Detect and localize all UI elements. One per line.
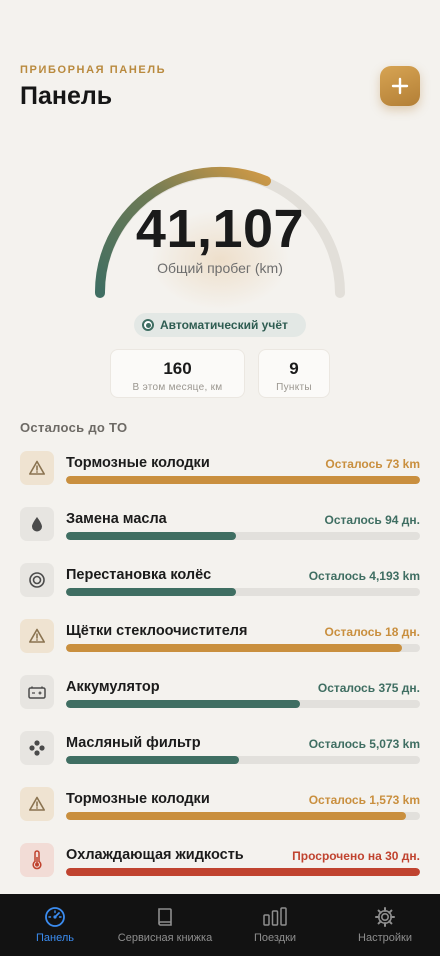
oil-drop-icon (29, 515, 45, 533)
item-name: Перестановка колёс (66, 567, 212, 583)
maintenance-item[interactable]: Тормозные колодки Осталось 1,573 km (20, 787, 420, 843)
odometer-gauge: 41,107 Общий пробег (km) (0, 150, 440, 320)
item-progress-bar (66, 588, 420, 596)
auto-tracking-badge[interactable]: Автоматический учёт (134, 313, 306, 337)
item-icon-box (20, 843, 54, 877)
item-icon-box (20, 787, 54, 821)
item-remaining: Осталось 94 дн. (324, 513, 420, 527)
gear-icon (374, 906, 396, 933)
tab-label: Поездки (253, 932, 297, 944)
warning-icon (28, 459, 46, 477)
item-progress-bar (66, 812, 420, 820)
item-remaining: Осталось 1,573 km (308, 793, 420, 807)
odometer-value: 41,107 (135, 199, 305, 259)
stat-items-value: 9 (289, 359, 299, 378)
add-button[interactable] (380, 66, 420, 106)
item-remaining: Осталось 5,073 km (308, 737, 420, 751)
item-progress-fill (66, 476, 420, 484)
item-progress-fill (66, 756, 240, 764)
item-name: Замена масла (66, 511, 167, 527)
stat-month: 160 В этом месяце, км (110, 349, 245, 398)
item-name: Аккумулятор (66, 679, 160, 695)
item-progress-fill (66, 812, 406, 820)
maintenance-item[interactable]: Масляный фильтр Осталось 5,073 km (20, 731, 420, 787)
item-remaining: Осталось 4,193 km (308, 569, 420, 583)
filter-icon (28, 739, 46, 757)
item-icon-box (20, 675, 54, 709)
thermometer-icon (30, 850, 44, 870)
tab-gauge[interactable]: Панель (0, 894, 110, 956)
tab-label: Сервисная книжка (117, 932, 213, 944)
item-icon-box (20, 731, 54, 765)
item-progress-fill (66, 588, 236, 596)
section-title: Осталось до ТО (20, 420, 128, 435)
book-icon (154, 906, 176, 933)
header: ПРИБОРНАЯ ПАНЕЛЬ Панель (20, 64, 420, 111)
item-progress-fill (66, 868, 420, 876)
item-remaining: Осталось 18 дн. (324, 625, 420, 639)
item-name: Тормозные колодки (66, 455, 210, 471)
maintenance-item[interactable]: Щётки стеклоочистителя Осталось 18 дн. (20, 619, 420, 675)
maintenance-item[interactable]: Замена масла Осталось 94 дн. (20, 507, 420, 563)
gauge-icon (44, 906, 66, 933)
tab-book[interactable]: Сервисная книжка (110, 894, 220, 956)
maintenance-item[interactable]: Тормозные колодки Осталось 73 km (20, 451, 420, 507)
tab-label: Панель (35, 932, 74, 944)
battery-icon (27, 684, 47, 700)
page-eyebrow: ПРИБОРНАЯ ПАНЕЛЬ (20, 64, 167, 76)
item-remaining: Осталось 375 дн. (317, 681, 420, 695)
item-progress-bar (66, 644, 420, 652)
item-icon-box (20, 507, 54, 541)
item-progress-fill (66, 532, 236, 540)
warning-icon (28, 795, 46, 813)
item-remaining: Просрочено на 30 дн. (292, 849, 420, 863)
item-progress-fill (66, 700, 300, 708)
item-remaining: Осталось 73 km (325, 457, 420, 471)
item-progress-bar (66, 476, 420, 484)
maintenance-item[interactable]: Охлаждающая жидкость Просрочено на 30 дн. (20, 843, 420, 899)
tab-label: Настройки (358, 932, 412, 944)
item-name: Охлаждающая жидкость (66, 847, 244, 863)
bar-chart-icon (262, 906, 288, 933)
tab-bar: Панель Сервисная книжка Поездки Настройки (0, 894, 440, 956)
tire-icon (28, 571, 46, 589)
maintenance-item[interactable]: Аккумулятор Осталось 375 дн. (20, 675, 420, 731)
item-progress-bar (66, 756, 420, 764)
odometer-label: Общий пробег (km) (157, 260, 283, 276)
tab-gear[interactable]: Настройки (330, 894, 440, 956)
item-name: Масляный фильтр (66, 735, 201, 751)
item-icon-box (20, 619, 54, 653)
maintenance-list: Тормозные колодки Осталось 73 km Замена ма… (20, 451, 420, 899)
item-name: Тормозные колодки (66, 791, 210, 807)
maintenance-item[interactable]: Перестановка колёс Осталось 4,193 km (20, 563, 420, 619)
radio-dot-icon (142, 319, 154, 331)
item-progress-fill (66, 644, 403, 652)
item-progress-bar (66, 700, 420, 708)
auto-tracking-label: Автоматический учёт (160, 318, 288, 332)
item-progress-bar (66, 868, 420, 876)
warning-icon (28, 627, 46, 645)
item-progress-bar (66, 532, 420, 540)
plus-icon (391, 77, 409, 95)
page-title: Панель (20, 82, 113, 110)
item-name: Щётки стеклоочистителя (66, 623, 248, 639)
tab-bar-chart[interactable]: Поездки (220, 894, 330, 956)
stat-month-value: 160 (163, 359, 192, 378)
stat-month-label: В этом месяце, км (132, 382, 223, 393)
stat-items-label: Пункты (276, 382, 312, 393)
item-icon-box (20, 563, 54, 597)
stat-items: 9 Пункты (258, 349, 330, 398)
item-icon-box (20, 451, 54, 485)
